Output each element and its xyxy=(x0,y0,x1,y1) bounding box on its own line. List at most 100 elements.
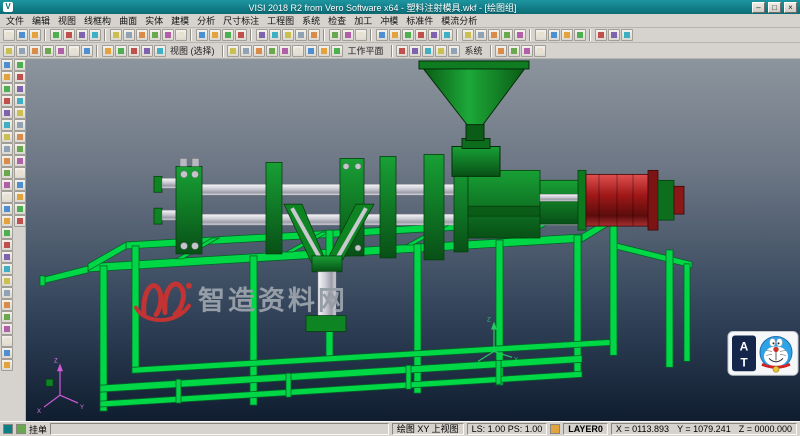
minimize-button[interactable]: – xyxy=(752,2,765,13)
toolbar-icon[interactable] xyxy=(68,45,80,57)
toolbar-icon[interactable] xyxy=(14,143,26,155)
toolbar-icon[interactable] xyxy=(376,29,388,41)
toolbar-icon[interactable] xyxy=(561,29,573,41)
toolbar-icon[interactable] xyxy=(279,45,291,57)
toolbar-icon[interactable] xyxy=(1,323,13,335)
maximize-button[interactable]: □ xyxy=(768,2,781,13)
toolbar-icon[interactable] xyxy=(1,311,13,323)
toolbar-icon[interactable] xyxy=(76,29,88,41)
toolbar-icon[interactable] xyxy=(227,45,239,57)
menu-item[interactable]: 线框构 xyxy=(80,14,115,27)
toolbar-icon[interactable] xyxy=(14,191,26,203)
toolbar-icon[interactable] xyxy=(1,95,13,107)
menu-item[interactable]: 冲模 xyxy=(376,14,402,27)
toolbar-icon[interactable] xyxy=(1,251,13,263)
layer-indicator[interactable]: LAYER0 xyxy=(563,423,608,435)
toolbar-icon[interactable] xyxy=(115,45,127,57)
layer-color-icon[interactable] xyxy=(550,424,560,434)
menu-item[interactable]: 加工 xyxy=(350,14,376,27)
toolbar-icon[interactable] xyxy=(14,203,26,215)
toolbar-icon[interactable] xyxy=(29,29,41,41)
toolbar-icon[interactable] xyxy=(154,45,166,57)
toolbar-icon[interactable] xyxy=(535,29,547,41)
toolbar-icon[interactable] xyxy=(514,29,526,41)
toolbar-icon[interactable] xyxy=(1,179,13,191)
toolbar-icon[interactable] xyxy=(292,45,304,57)
toolbar-icon[interactable] xyxy=(55,45,67,57)
toolbar-icon[interactable] xyxy=(1,155,13,167)
menu-item[interactable]: 编辑 xyxy=(28,14,54,27)
menu-item[interactable]: 系统 xyxy=(298,14,324,27)
toolbar-icon[interactable] xyxy=(1,359,13,371)
toolbar-icon[interactable] xyxy=(14,131,26,143)
toolbar-icon[interactable] xyxy=(428,29,440,41)
toolbar-icon[interactable] xyxy=(548,29,560,41)
toolbar-icon[interactable] xyxy=(402,29,414,41)
3d-viewport[interactable]: 智造资料网 Z X Y Z X Y xyxy=(26,59,800,421)
toolbar-icon[interactable] xyxy=(269,29,281,41)
toolbar-icon[interactable] xyxy=(266,45,278,57)
toolbar-icon[interactable] xyxy=(1,275,13,287)
toolbar-icon[interactable] xyxy=(3,29,15,41)
menu-item[interactable]: 检查 xyxy=(324,14,350,27)
menu-item[interactable]: 文件 xyxy=(2,14,28,27)
toolbar-icon[interactable] xyxy=(462,29,474,41)
toolbar-icon[interactable] xyxy=(441,29,453,41)
command-line-field[interactable] xyxy=(50,423,389,435)
toolbar-icon[interactable] xyxy=(389,29,401,41)
toolbar-icon[interactable] xyxy=(14,179,26,191)
toolbar-icon[interactable] xyxy=(409,45,421,57)
toolbar-icon[interactable] xyxy=(141,45,153,57)
toolbar-icon[interactable] xyxy=(16,45,28,57)
toolbar-icon[interactable] xyxy=(1,107,13,119)
toolbar-icon[interactable] xyxy=(1,143,13,155)
toolbar-icon[interactable] xyxy=(495,45,507,57)
toolbar-icon[interactable] xyxy=(282,29,294,41)
menu-item[interactable]: 分析 xyxy=(193,14,219,27)
toolbar-icon[interactable] xyxy=(256,29,268,41)
toolbar-icon[interactable] xyxy=(1,263,13,275)
toolbar-icon[interactable] xyxy=(1,119,13,131)
toolbar-icon[interactable] xyxy=(488,29,500,41)
toolbar-icon[interactable] xyxy=(162,29,174,41)
toolbar-icon[interactable] xyxy=(621,29,633,41)
toolbar-icon[interactable] xyxy=(50,29,62,41)
toolbar-icon[interactable] xyxy=(501,29,513,41)
toolbar-icon[interactable] xyxy=(149,29,161,41)
toolbar-icon[interactable] xyxy=(1,287,13,299)
toolbar-icon[interactable] xyxy=(89,29,101,41)
close-button[interactable]: × xyxy=(784,2,797,13)
toolbar-icon[interactable] xyxy=(14,107,26,119)
toolbar-icon[interactable] xyxy=(1,239,13,251)
toolbar-icon[interactable] xyxy=(14,83,26,95)
toolbar-icon[interactable] xyxy=(240,45,252,57)
toolbar-icon[interactable] xyxy=(235,29,247,41)
toolbar-icon[interactable] xyxy=(305,45,317,57)
toolbar-icon[interactable] xyxy=(308,29,320,41)
toolbar-icon[interactable] xyxy=(435,45,447,57)
snap-toggle-icon[interactable] xyxy=(3,424,13,434)
toolbar-icon[interactable] xyxy=(14,71,26,83)
toolbar-icon[interactable] xyxy=(1,71,13,83)
toolbar-icon[interactable] xyxy=(422,45,434,57)
toolbar-icon[interactable] xyxy=(14,59,26,71)
grid-toggle-icon[interactable] xyxy=(16,424,26,434)
toolbar-icon[interactable] xyxy=(448,45,460,57)
toolbar-icon[interactable] xyxy=(136,29,148,41)
toolbar-icon[interactable] xyxy=(222,29,234,41)
menu-item[interactable]: 标准件 xyxy=(402,14,437,27)
toolbar-icon[interactable] xyxy=(1,59,13,71)
toolbar-icon[interactable] xyxy=(574,29,586,41)
toolbar-icon[interactable] xyxy=(14,215,26,227)
toolbar-icon[interactable] xyxy=(196,29,208,41)
toolbar-icon[interactable] xyxy=(14,167,26,179)
menu-item[interactable]: 建模 xyxy=(167,14,193,27)
toolbar-icon[interactable] xyxy=(42,45,54,57)
toolbar-icon[interactable] xyxy=(1,215,13,227)
toolbar-icon[interactable] xyxy=(29,45,41,57)
toolbar-icon[interactable] xyxy=(1,203,13,215)
menu-item[interactable]: 工程图 xyxy=(263,14,298,27)
toolbar-icon[interactable] xyxy=(396,45,408,57)
toolbar-icon[interactable] xyxy=(128,45,140,57)
toolbar-icon[interactable] xyxy=(1,191,13,203)
